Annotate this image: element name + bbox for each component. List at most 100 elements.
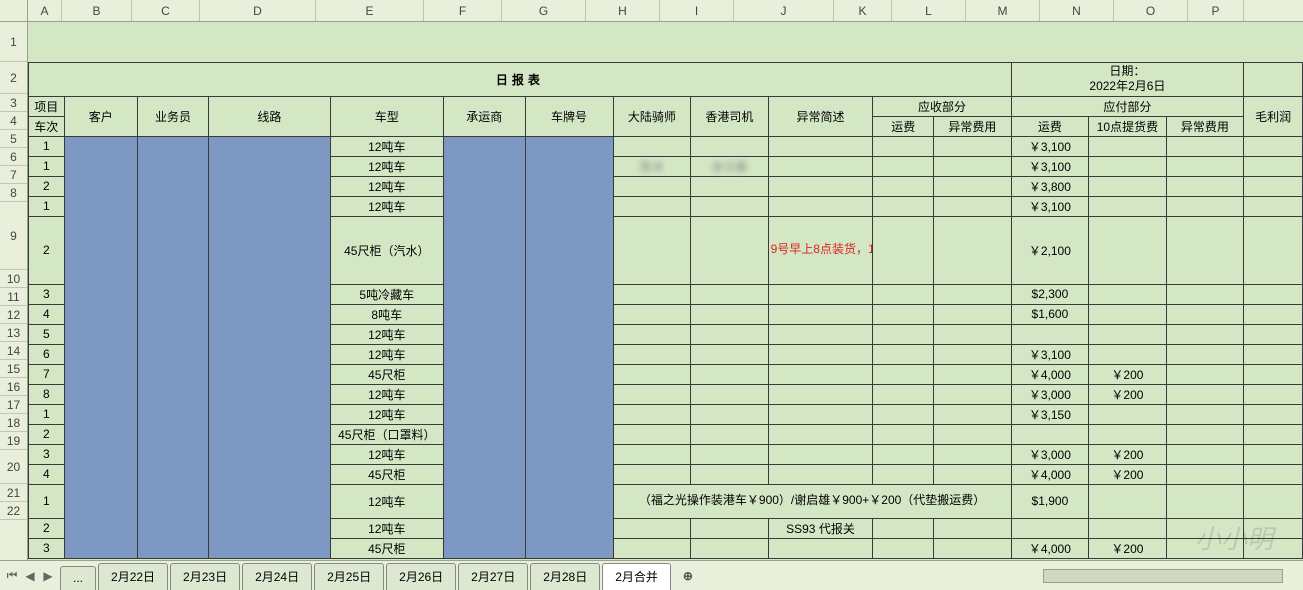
column-header-N[interactable]: N bbox=[1040, 0, 1114, 21]
horizontal-scrollbar[interactable] bbox=[1043, 561, 1303, 590]
recv-abn-22 bbox=[934, 538, 1012, 558]
recv-fee-10 bbox=[873, 284, 934, 304]
tab-2月22日[interactable]: 2月22日 bbox=[98, 563, 168, 590]
hdr-pay-abn: 异常费用 bbox=[1166, 116, 1244, 136]
driver-hk-5 bbox=[691, 136, 769, 156]
driver-hk-22 bbox=[691, 538, 769, 558]
hdr-profit: 毛利润 bbox=[1244, 96, 1303, 136]
tab-first-icon[interactable]: ⏮ bbox=[6, 570, 18, 582]
recv-fee-14 bbox=[873, 364, 934, 384]
pay-pick-15: ￥200 bbox=[1089, 384, 1167, 404]
column-header-M[interactable]: M bbox=[966, 0, 1040, 21]
driver-cn-11 bbox=[613, 304, 691, 324]
pay-pick-6 bbox=[1089, 156, 1167, 176]
recv-abn-5 bbox=[934, 136, 1012, 156]
masked-carrier bbox=[443, 136, 525, 558]
vehicle-10: 5吨冷藏车 bbox=[330, 284, 443, 304]
column-header-L[interactable]: L bbox=[892, 0, 966, 21]
column-header-O[interactable]: O bbox=[1114, 0, 1188, 21]
row-header-2[interactable]: 2 bbox=[0, 62, 27, 94]
row-header-13[interactable]: 13 bbox=[0, 324, 27, 342]
date-label: 日期： bbox=[1014, 64, 1242, 80]
pay-fee-7: ￥3,800 bbox=[1011, 176, 1089, 196]
row-header-12[interactable]: 12 bbox=[0, 306, 27, 324]
pay-pick-9 bbox=[1089, 216, 1167, 284]
row-header-1[interactable]: 1 bbox=[0, 22, 27, 62]
tab-2月25日[interactable]: 2月25日 bbox=[314, 563, 384, 590]
hdr-receivable: 应收部分 bbox=[873, 96, 1011, 116]
abnormal-11 bbox=[768, 304, 873, 324]
column-header-D[interactable]: D bbox=[200, 0, 316, 21]
row-header-10[interactable]: 10 bbox=[0, 270, 27, 288]
row-header-9[interactable]: 9 bbox=[0, 202, 27, 270]
driver-cn-14 bbox=[613, 364, 691, 384]
recv-fee-16 bbox=[873, 404, 934, 424]
hdr-vehicle: 车型 bbox=[330, 96, 443, 136]
tab-prev-icon[interactable]: ◀ bbox=[24, 570, 36, 582]
tab-ellipsis[interactable]: ... bbox=[60, 566, 96, 590]
driver-hk-8 bbox=[691, 196, 769, 216]
column-header-B[interactable]: B bbox=[62, 0, 132, 21]
row-header-16[interactable]: 16 bbox=[0, 378, 27, 396]
row-header-7[interactable]: 7 bbox=[0, 166, 27, 184]
report-table: 日报表日期：2022年2月6日项目客户业务员线路车型承运商车牌号大陆骑师香港司机… bbox=[28, 22, 1303, 559]
tab-next-icon[interactable]: ▶ bbox=[42, 570, 54, 582]
row-header-8[interactable]: 8 bbox=[0, 184, 27, 202]
row-header-15[interactable]: 15 bbox=[0, 360, 27, 378]
column-header-J[interactable]: J bbox=[734, 0, 834, 21]
abnormal-17 bbox=[768, 424, 873, 444]
profit-21 bbox=[1244, 518, 1303, 538]
add-sheet-button[interactable]: ⊕ bbox=[673, 561, 703, 590]
row-header-17[interactable]: 17 bbox=[0, 396, 27, 414]
row-header-21[interactable]: 21 bbox=[0, 484, 27, 502]
recv-fee-18 bbox=[873, 444, 934, 464]
column-header-K[interactable]: K bbox=[834, 0, 892, 21]
row-header-22[interactable]: 22 bbox=[0, 502, 27, 520]
tab-2月26日[interactable]: 2月26日 bbox=[386, 563, 456, 590]
driver-hk-21 bbox=[691, 518, 769, 538]
column-header-E[interactable]: E bbox=[316, 0, 424, 21]
tab-2月24日[interactable]: 2月24日 bbox=[242, 563, 312, 590]
recv-abn-18 bbox=[934, 444, 1012, 464]
row-header-14[interactable]: 14 bbox=[0, 342, 27, 360]
column-header-P[interactable]: P bbox=[1188, 0, 1244, 21]
row-header-19[interactable]: 19 bbox=[0, 432, 27, 450]
abnormal-7 bbox=[768, 176, 873, 196]
recv-abn-19 bbox=[934, 464, 1012, 484]
row-header-11[interactable]: 11 bbox=[0, 288, 27, 306]
row-header-20[interactable]: 20 bbox=[0, 450, 27, 484]
pay-abn-8 bbox=[1166, 196, 1244, 216]
trip-14: 7 bbox=[29, 364, 65, 384]
cell-p2 bbox=[1244, 62, 1303, 96]
sheet-tabs-bar: ⏮ ◀ ▶ ...2月22日2月23日2月24日2月25日2月26日2月27日2… bbox=[0, 560, 1303, 590]
pay-fee-22: ￥4,000 bbox=[1011, 538, 1089, 558]
trip-19: 4 bbox=[29, 464, 65, 484]
note-20: （福之光操作装港车￥900）/谢启雄￥900+￥200（代垫搬运费） bbox=[613, 484, 1011, 518]
driver-hk-11 bbox=[691, 304, 769, 324]
recv-abn-14 bbox=[934, 364, 1012, 384]
tab-2月28日[interactable]: 2月28日 bbox=[530, 563, 600, 590]
pay-fee-14: ￥4,000 bbox=[1011, 364, 1089, 384]
grid-area[interactable]: 日报表日期：2022年2月6日项目客户业务员线路车型承运商车牌号大陆骑师香港司机… bbox=[28, 22, 1303, 560]
select-all-corner[interactable] bbox=[0, 0, 28, 21]
pay-pick-12 bbox=[1089, 324, 1167, 344]
column-header-H[interactable]: H bbox=[586, 0, 660, 21]
trip-18: 3 bbox=[29, 444, 65, 464]
tab-2月23日[interactable]: 2月23日 bbox=[170, 563, 240, 590]
column-header-G[interactable]: G bbox=[502, 0, 586, 21]
row-header-4[interactable]: 4 bbox=[0, 112, 27, 130]
column-header-A[interactable]: A bbox=[28, 0, 62, 21]
row-header-6[interactable]: 6 bbox=[0, 148, 27, 166]
driver-hk-14 bbox=[691, 364, 769, 384]
tab-2月合并[interactable]: 2月合并 bbox=[602, 563, 671, 590]
pay-abn-15 bbox=[1166, 384, 1244, 404]
row-header-18[interactable]: 18 bbox=[0, 414, 27, 432]
column-header-C[interactable]: C bbox=[132, 0, 200, 21]
row-header-3[interactable]: 3 bbox=[0, 94, 27, 112]
tab-2月27日[interactable]: 2月27日 bbox=[458, 563, 528, 590]
column-header-F[interactable]: F bbox=[424, 0, 502, 21]
row-header-5[interactable]: 5 bbox=[0, 130, 27, 148]
hdr-carrier: 承运商 bbox=[443, 96, 525, 136]
column-header-I[interactable]: I bbox=[660, 0, 734, 21]
abnormal-9: 9号早上8点装货，10号早上9点卸货，计压车，收客$2500 bbox=[768, 216, 873, 284]
